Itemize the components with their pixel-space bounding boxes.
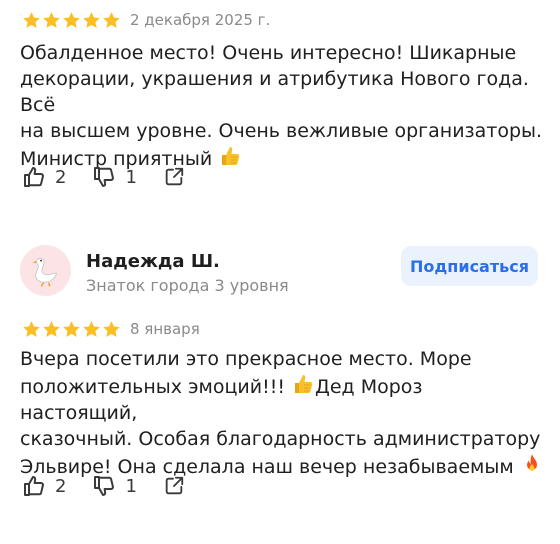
dislike-count: 1 (125, 475, 137, 497)
review-date: 2 декабря 2025 г. (130, 11, 271, 29)
star-icon (62, 11, 81, 30)
star-icon (82, 320, 101, 339)
review-date: 8 января (130, 320, 200, 338)
thumbs-down-icon (92, 165, 116, 189)
like-count: 2 (55, 475, 67, 497)
goose-icon (28, 253, 64, 289)
star-icon (102, 320, 121, 339)
thumbs-up-emoji (218, 144, 242, 168)
star-icon (82, 11, 101, 30)
review-actions: 2 1 (22, 165, 211, 189)
review-text-line: положительных эмоций!!! Дед Мороз настоя… (20, 372, 545, 426)
review-actions: 2 1 (22, 474, 211, 498)
review-text-fragment: положительных эмоций!!! (20, 376, 291, 398)
review-text-line: сказочный. Особая благодарность админист… (20, 428, 541, 450)
share-button[interactable] (163, 475, 185, 497)
rating-stars (22, 320, 121, 339)
thumbs-down-icon (92, 474, 116, 498)
thumbs-up-emoji (291, 372, 315, 396)
thumbs-up-icon (22, 474, 46, 498)
share-icon (163, 475, 185, 497)
star-icon (62, 320, 81, 339)
review-text-line: Обалденное место! Очень интересно! Шикар… (20, 42, 517, 64)
fire-emoji (520, 452, 544, 476)
star-icon (42, 320, 61, 339)
dislike-count: 1 (125, 166, 137, 188)
star-icon (22, 320, 41, 339)
share-icon (163, 166, 185, 188)
dislike-button[interactable]: 1 (92, 165, 137, 189)
thumbs-up-icon (22, 165, 46, 189)
share-button[interactable] (163, 166, 185, 188)
like-button[interactable]: 2 (22, 165, 66, 189)
star-icon (42, 11, 61, 30)
review-text: Обалденное место! Очень интересно! Шикар… (20, 40, 545, 172)
review-text-line: Вчера посетили это прекрасное место. Мор… (20, 348, 472, 370)
review-text: Вчера посетили это прекрасное место. Мор… (20, 346, 545, 480)
review-text-line: декорации, украшения и атрибутика Нового… (20, 68, 529, 116)
like-count: 2 (55, 166, 67, 188)
subscribe-button[interactable]: Подписаться (401, 246, 538, 286)
star-icon (102, 11, 121, 30)
avatar[interactable] (20, 245, 71, 296)
author-level: Знаток города 3 уровня (86, 276, 289, 295)
review-text-line: на высшем уровне. Очень вежливые организ… (20, 120, 543, 142)
rating-stars (22, 11, 121, 30)
like-button[interactable]: 2 (22, 474, 66, 498)
star-icon (22, 11, 41, 30)
dislike-button[interactable]: 1 (92, 474, 137, 498)
author-name[interactable]: Надежда Ш. (86, 251, 220, 272)
